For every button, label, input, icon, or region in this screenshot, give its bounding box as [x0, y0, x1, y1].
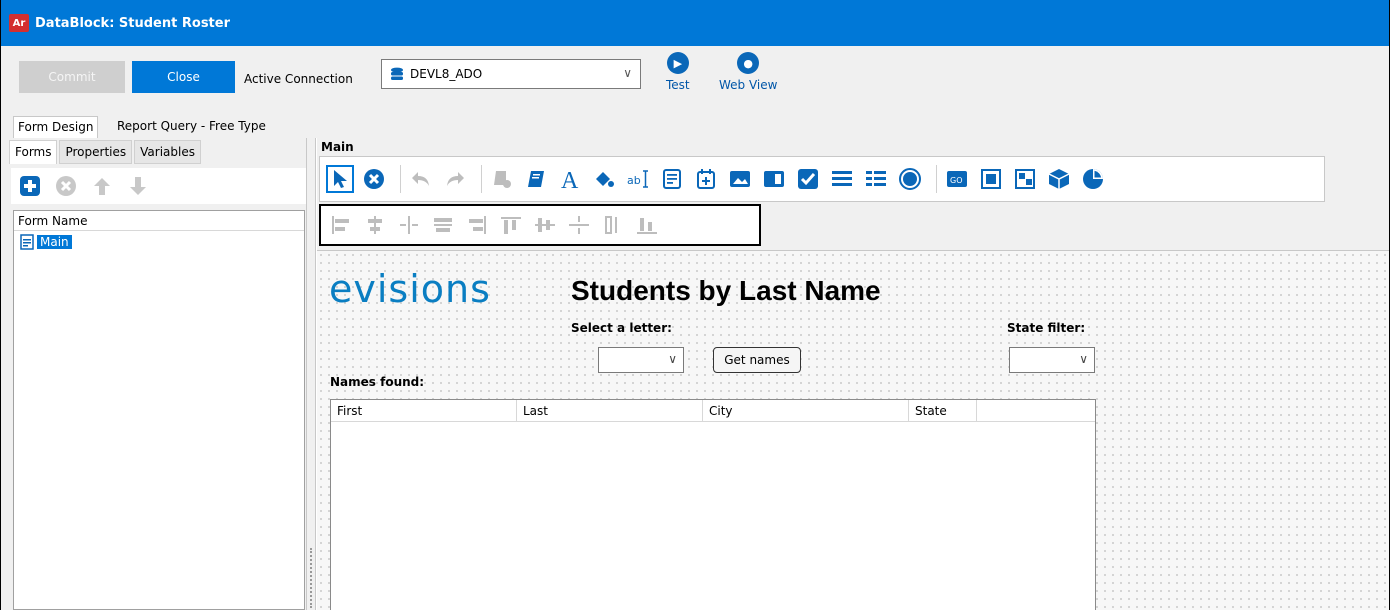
chevron-down-icon: ∨: [623, 66, 632, 80]
align-toolbar: [319, 204, 761, 246]
align-center-icon[interactable]: [361, 211, 389, 239]
form-name: Main: [37, 235, 72, 249]
database-icon: [391, 67, 403, 80]
undo-icon[interactable]: [407, 165, 435, 193]
form-actions-toolbar: [11, 168, 306, 204]
image-icon[interactable]: [726, 165, 754, 193]
book-icon[interactable]: [522, 165, 550, 193]
tab-form-design[interactable]: Form Design: [13, 116, 99, 138]
multi-icon[interactable]: [1011, 165, 1039, 193]
paste-icon[interactable]: [488, 165, 516, 193]
space-vertical-icon[interactable]: [565, 211, 593, 239]
list-item[interactable]: Main: [14, 232, 304, 252]
globe-icon: ●: [737, 52, 760, 74]
column-header-state[interactable]: State: [909, 400, 977, 421]
arrow-up-icon[interactable]: [91, 175, 113, 197]
top-toolbar: Commit Close Active Connection DEVL8_ADO…: [1, 46, 1389, 116]
get-names-button[interactable]: Get names: [713, 347, 801, 373]
delete-icon[interactable]: [360, 165, 388, 193]
size-icon[interactable]: [599, 211, 627, 239]
align-middle-icon[interactable]: [429, 211, 457, 239]
chevron-down-icon: ∨: [668, 352, 677, 366]
panel-icon[interactable]: [760, 165, 788, 193]
memo-icon[interactable]: [658, 165, 686, 193]
remove-icon[interactable]: [55, 175, 77, 197]
button-icon[interactable]: GO: [943, 165, 971, 193]
window-title: DataBlock: Student Roster: [35, 15, 230, 31]
forms-panel: Forms Properties Variables Form Name Mai…: [1, 138, 313, 610]
pie-icon[interactable]: [1079, 165, 1107, 193]
space-horizontal-icon[interactable]: [395, 211, 423, 239]
app-logo-icon: Ar: [9, 14, 29, 32]
textbox-icon[interactable]: ab: [624, 165, 652, 193]
evisions-logo: evisions: [329, 267, 491, 311]
align-vmid-icon[interactable]: [531, 211, 559, 239]
cube-icon[interactable]: [1045, 165, 1073, 193]
separator: [936, 165, 937, 193]
align-top-icon[interactable]: [497, 211, 525, 239]
commit-button[interactable]: Commit: [19, 61, 125, 93]
radio-icon[interactable]: [896, 165, 924, 193]
redo-icon[interactable]: [441, 165, 469, 193]
form-list: Form Name Main: [13, 210, 305, 610]
splitter-grip: [310, 548, 312, 608]
paint-icon[interactable]: [590, 165, 618, 193]
app-window: Ar DataBlock: Student Roster Commit Clos…: [0, 0, 1390, 610]
list-icon[interactable]: [828, 165, 856, 193]
grid-header: First Last City State: [331, 400, 1095, 422]
title-bar: Ar DataBlock: Student Roster: [1, 0, 1389, 46]
checkbox-icon[interactable]: [794, 165, 822, 193]
frame-icon[interactable]: [977, 165, 1005, 193]
names-grid[interactable]: First Last City State: [330, 399, 1096, 610]
text-icon[interactable]: A: [556, 165, 584, 193]
separator: [400, 165, 401, 193]
tab-variables[interactable]: Variables: [134, 140, 201, 164]
chevron-down-icon: ∨: [1079, 352, 1088, 366]
tab-properties[interactable]: Properties: [59, 140, 133, 164]
column-header-city[interactable]: City: [703, 400, 909, 421]
select-letter-label: Select a letter:: [571, 321, 672, 335]
separator: [481, 165, 482, 193]
state-filter-select[interactable]: ∨: [1009, 347, 1095, 373]
tab-report-query[interactable]: Report Query - Free Type: [113, 116, 270, 138]
svg-text:GO: GO: [950, 176, 963, 185]
align-right-icon[interactable]: [463, 211, 491, 239]
panel-tabs: Forms Properties Variables: [9, 140, 203, 164]
section-label: Main: [321, 140, 354, 154]
date-icon[interactable]: [692, 165, 720, 193]
svg-text:ab: ab: [627, 174, 641, 187]
arrow-down-icon[interactable]: [127, 175, 149, 197]
column-header-last[interactable]: Last: [517, 400, 703, 421]
add-icon[interactable]: [19, 175, 41, 197]
connection-value: DEVL8_ADO: [410, 67, 483, 81]
test-button[interactable]: ▶ Test: [666, 52, 690, 92]
form-canvas[interactable]: evisions Students by Last Name Select a …: [317, 250, 1389, 610]
grid-icon[interactable]: [862, 165, 890, 193]
state-filter-label: State filter:: [1007, 321, 1086, 335]
play-icon: ▶: [666, 52, 689, 74]
control-toolbar: A ab GO: [319, 156, 1325, 202]
column-header-first[interactable]: First: [331, 400, 517, 421]
align-bottom-icon[interactable]: [633, 211, 661, 239]
form-name-header: Form Name: [14, 211, 304, 231]
connection-select[interactable]: DEVL8_ADO ∨: [381, 59, 641, 89]
active-connection-label: Active Connection: [244, 72, 353, 86]
web-view-button[interactable]: ● Web View: [719, 52, 777, 92]
test-label: Test: [666, 78, 690, 92]
main-tabs: Form Design Report Query - Free Type: [1, 116, 1389, 138]
letter-select[interactable]: ∨: [598, 347, 684, 373]
report-title: Students by Last Name: [571, 275, 881, 306]
tab-forms[interactable]: Forms: [9, 140, 58, 164]
panel-splitter[interactable]: [306, 138, 316, 610]
close-button[interactable]: Close: [132, 61, 235, 93]
names-found-label: Names found:: [330, 375, 425, 389]
form-doc-icon: [20, 234, 34, 250]
align-left-icon[interactable]: [327, 211, 355, 239]
svg-text:A: A: [561, 168, 579, 191]
pointer-icon[interactable]: [326, 165, 354, 193]
designer-area: Main A ab GO evisions Students by Last N…: [317, 138, 1389, 610]
web-view-label: Web View: [719, 78, 778, 92]
